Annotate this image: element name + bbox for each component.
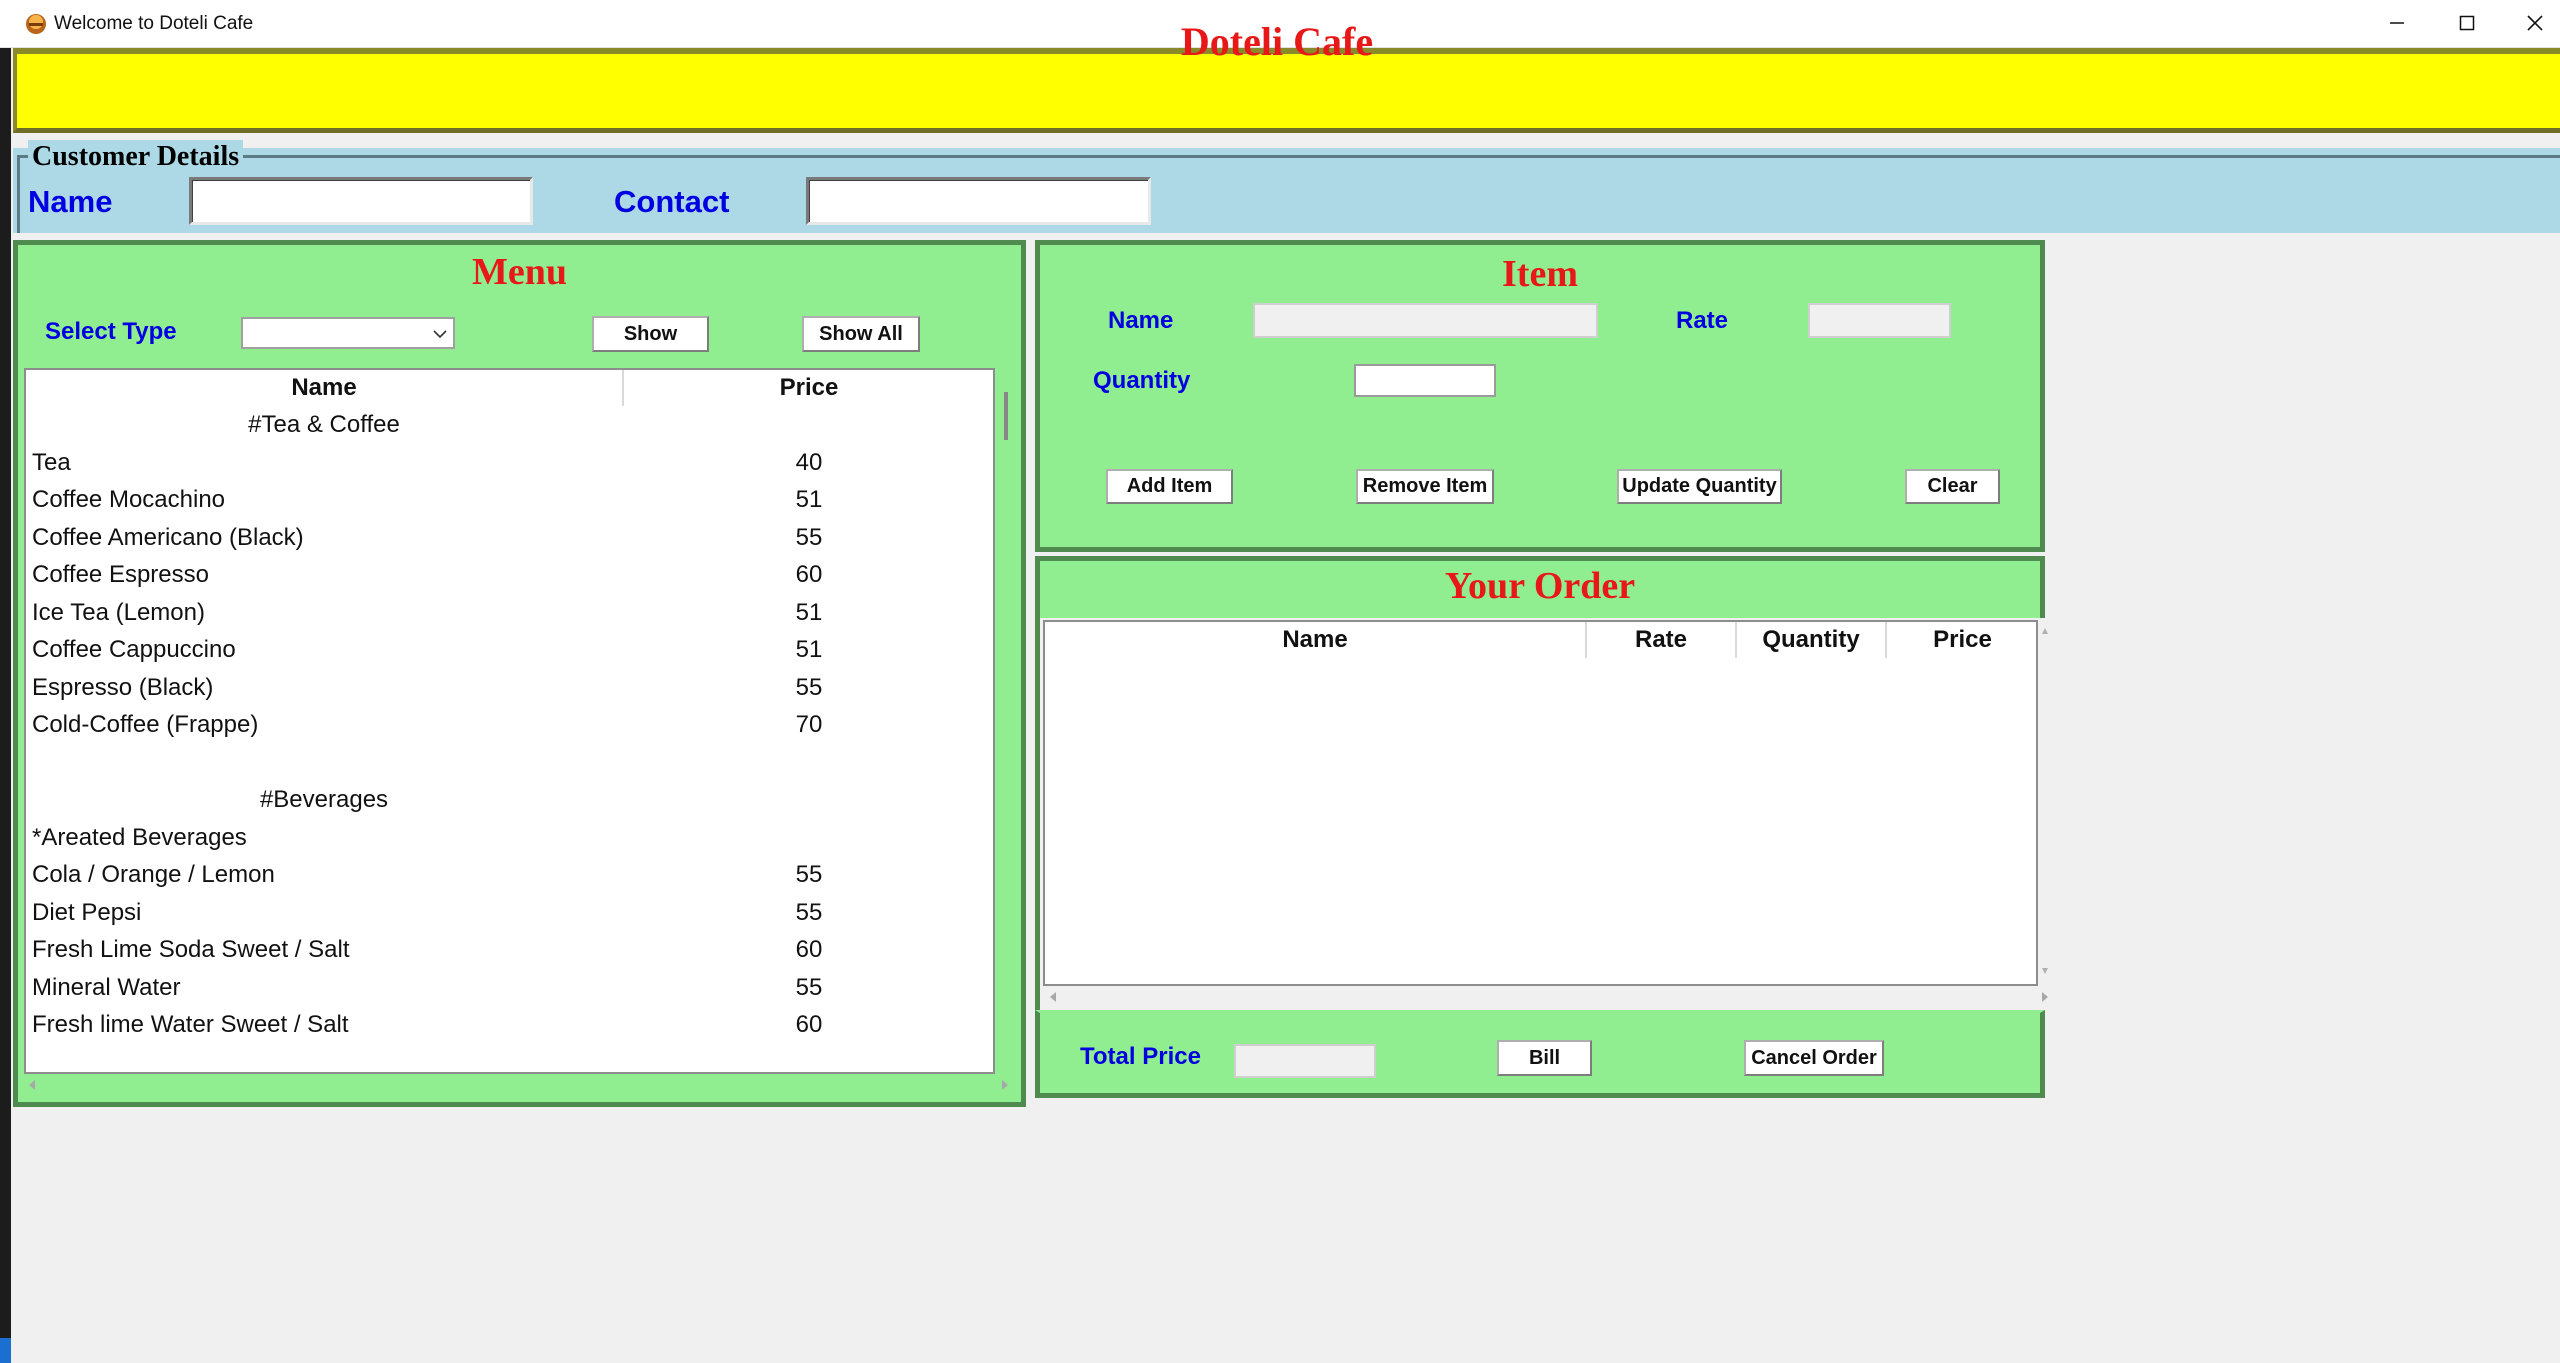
customer-contact-label: Contact xyxy=(614,184,730,219)
menu-col-name[interactable]: Name xyxy=(26,374,622,402)
remove-item-button[interactable]: Remove Item xyxy=(1356,469,1494,504)
customer-name-label: Name xyxy=(28,184,113,219)
menu-item-name: Cola / Orange / Lemon xyxy=(32,861,275,888)
menu-row[interactable]: Ice Tea (Lemon) 51 xyxy=(26,594,976,631)
menu-item-price: 55 xyxy=(795,861,823,888)
menu-row[interactable]: Coffee Mocachino 51 xyxy=(26,481,976,518)
menu-item-name: Coffee Mocachino xyxy=(32,486,226,513)
menu-item-name: Mineral Water xyxy=(32,973,181,1001)
clear-button[interactable]: Clear xyxy=(1905,469,2000,504)
menu-row[interactable]: Coffee Cappuccino 51 xyxy=(26,631,976,668)
menu-title: Menu xyxy=(472,251,567,293)
bill-button[interactable]: Bill xyxy=(1497,1040,1592,1076)
menu-category-row[interactable]: #Tea & Coffee xyxy=(26,406,976,443)
menu-item-price: 60 xyxy=(795,561,823,588)
desktop-edge xyxy=(0,48,11,1363)
total-price-field[interactable] xyxy=(1234,1044,1376,1078)
customer-details-legend: Customer Details xyxy=(28,140,244,174)
menu-item-name: Coffee Americano (Black) xyxy=(32,523,304,551)
menu-row[interactable]: Cold-Coffee (Frappe) 70 xyxy=(26,706,976,743)
menu-item-name: #Tea & Coffee xyxy=(248,411,400,438)
scroll-left-icon[interactable] xyxy=(27,1078,37,1092)
select-type-dropdown[interactable] xyxy=(241,317,455,349)
order-col-name[interactable]: Name xyxy=(1045,626,1585,654)
menu-item-name: Coffee Espresso xyxy=(32,561,209,588)
menu-category-row[interactable]: #Beverages xyxy=(26,781,976,818)
scroll-right-icon[interactable] xyxy=(1000,1078,1010,1092)
order-col-quantity[interactable]: Quantity xyxy=(1737,626,1885,654)
menu-item-name: Espresso (Black) xyxy=(32,673,214,701)
menu-vertical-scrollbar-thumb[interactable] xyxy=(1004,392,1008,440)
menu-item-price: 60 xyxy=(795,1011,823,1038)
menu-item-price: 40 xyxy=(795,448,823,476)
item-quantity-label: Quantity xyxy=(1093,367,1191,394)
cancel-order-button[interactable]: Cancel Order xyxy=(1744,1040,1884,1076)
menu-item-price: 55 xyxy=(795,523,823,551)
app-title: Doteli Cafe xyxy=(1180,19,1374,64)
add-item-button[interactable]: Add Item xyxy=(1106,469,1233,504)
menu-item-price: 55 xyxy=(795,898,823,926)
menu-row[interactable]: Diet Pepsi 55 xyxy=(26,894,976,931)
menu-item-name: *Areated Beverages xyxy=(32,823,247,851)
scroll-down-icon[interactable] xyxy=(2040,966,2050,976)
menu-item-name: #Beverages xyxy=(259,786,389,813)
menu-row[interactable]: Espresso (Black) 55 xyxy=(26,669,976,706)
show-button[interactable]: Show xyxy=(592,316,709,352)
menu-row[interactable]: Cola / Orange / Lemon 55 xyxy=(26,856,976,893)
menu-item-price: 55 xyxy=(795,673,823,701)
item-name-field[interactable] xyxy=(1253,303,1598,338)
menu-row[interactable]: Mineral Water 55 xyxy=(26,969,976,1006)
menu-item-name: Fresh lime Water Sweet / Salt xyxy=(32,1011,349,1038)
item-quantity-input[interactable] xyxy=(1354,364,1496,397)
scroll-left-icon[interactable] xyxy=(1048,990,1058,1004)
menu-item-price: 51 xyxy=(795,636,823,663)
menu-item-name: Cold-Coffee (Frappe) xyxy=(32,711,259,738)
menu-item-price: 60 xyxy=(795,936,823,963)
menu-item-name: Tea xyxy=(32,448,71,476)
menu-item-name: Fresh Lime Soda Sweet / Salt xyxy=(32,936,350,963)
item-name-label: Name xyxy=(1108,307,1174,334)
customer-name-input[interactable] xyxy=(189,177,533,225)
chevron-down-icon xyxy=(433,330,447,339)
customer-contact-input[interactable] xyxy=(806,177,1151,225)
total-price-label: Total Price xyxy=(1080,1043,1201,1070)
order-horizontal-scrollbar[interactable] xyxy=(1043,986,2053,1008)
menu-tree[interactable]: Name Price #Tea & Coffee Tea 40 Coffee Moca… xyxy=(24,368,995,1074)
show-all-button[interactable]: Show All xyxy=(802,316,920,352)
order-tree[interactable]: Name Rate Quantity Price xyxy=(1043,620,2038,986)
select-type-label: Select Type xyxy=(45,318,177,345)
scroll-up-icon[interactable] xyxy=(2040,626,2050,636)
order-vertical-scrollbar[interactable] xyxy=(2040,626,2050,976)
menu-row[interactable]: Coffee Americano (Black) 55 xyxy=(26,519,976,556)
menu-item-name: Diet Pepsi xyxy=(32,898,142,926)
menu-item-price: 70 xyxy=(795,711,823,738)
menu-row[interactable]: Tea 40 xyxy=(26,444,976,481)
menu-row[interactable]: Fresh Lime Soda Sweet / Salt 60 xyxy=(26,931,976,968)
update-quantity-button[interactable]: Update Quantity xyxy=(1617,469,1782,504)
menu-item-price: 51 xyxy=(795,486,823,513)
item-rate-label: Rate xyxy=(1676,307,1729,334)
menu-item-price: 51 xyxy=(795,598,823,626)
menu-row[interactable]: Coffee Espresso 60 xyxy=(26,556,976,593)
menu-row[interactable] xyxy=(26,744,976,781)
menu-item-name: Coffee Cappuccino xyxy=(32,636,236,663)
menu-row[interactable]: *Areated Beverages xyxy=(26,819,976,856)
order-col-price[interactable]: Price xyxy=(1887,626,2036,654)
menu-item-price: 55 xyxy=(795,973,823,1001)
menu-row[interactable]: Fresh lime Water Sweet / Salt 60 xyxy=(26,1006,976,1043)
menu-col-price[interactable]: Price xyxy=(624,374,993,402)
order-title: Your Order xyxy=(1444,565,1636,607)
order-col-rate[interactable]: Rate xyxy=(1587,626,1735,654)
item-title: Item xyxy=(1502,253,1578,295)
menu-item-name: Ice Tea (Lemon) xyxy=(32,598,205,626)
scroll-right-icon[interactable] xyxy=(2040,990,2050,1004)
item-rate-field[interactable] xyxy=(1808,303,1951,338)
